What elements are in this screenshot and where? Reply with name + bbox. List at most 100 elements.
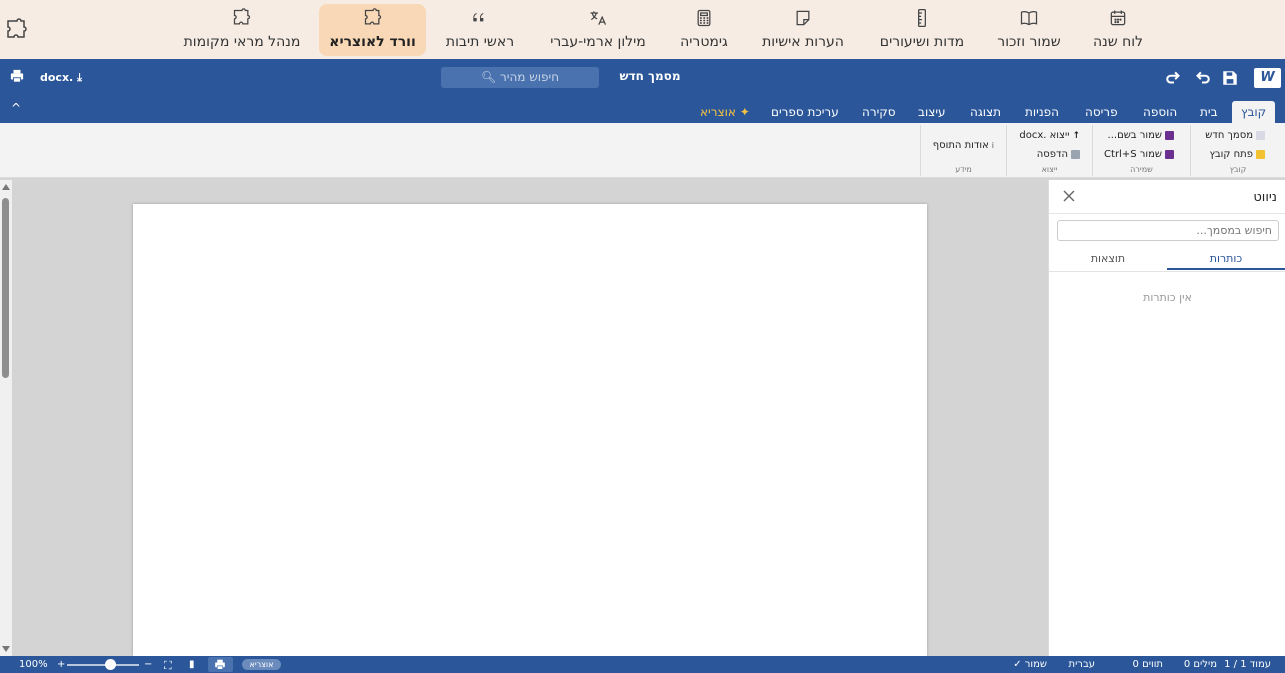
group-name-save: שמירה <box>1130 165 1153 174</box>
zoom-out-button[interactable]: − <box>144 659 152 670</box>
export-docx-label: docx. ייצוא <box>1019 130 1070 141</box>
tab-otzaria[interactable]: אוצריא ✦ <box>700 101 750 123</box>
app-bar: לוח שנה שמור וזכור מדות ושיעורים הערות א… <box>0 0 1285 59</box>
floppy-icon <box>1165 131 1174 140</box>
open-file-label: פתח קובץ <box>1209 149 1253 160</box>
document-page[interactable] <box>133 204 927 656</box>
save-icon[interactable] <box>1221 69 1239 87</box>
no-headings-message: אין כותרות <box>1143 291 1192 304</box>
puzzle-icon <box>233 8 251 25</box>
ruler-icon <box>918 9 926 27</box>
tab-results[interactable]: תוצאות <box>1049 252 1167 270</box>
puzzle-icon <box>364 8 381 25</box>
language-indicator[interactable]: עברית <box>1069 659 1096 670</box>
app-references-manager-label: מנהל מראי מקומות <box>183 34 301 50</box>
navigation-pane-title: ניווט <box>1253 190 1277 205</box>
word-logo: W <box>1254 68 1281 88</box>
about-addin-button[interactable]: אודות התוסף i <box>933 140 994 151</box>
scroll-thumb[interactable] <box>2 198 9 378</box>
page-count: עמוד 1 / 1 <box>1224 659 1271 670</box>
app-remember[interactable]: שמור וזכור <box>990 4 1068 56</box>
calculator-icon <box>697 9 711 27</box>
collapse-ribbon-icon[interactable]: ^ <box>11 101 21 115</box>
ribbon-tabs: ^ קובץ בית הוספה פריסה הפניות תצוגה עיצו… <box>0 97 1285 123</box>
status-bar: עמוד 1 / 1 0 מילים 0 תווים עברית ✓ שמור … <box>0 656 1285 673</box>
app-personal-notes[interactable]: הערות אישיות <box>755 4 851 56</box>
download-docx-button[interactable]: docx. ⤓ <box>40 71 82 85</box>
book-icon <box>1020 10 1038 26</box>
tab-review[interactable]: סקירה <box>862 101 896 123</box>
undo-icon[interactable] <box>1193 69 1211 87</box>
tab-home[interactable]: בית <box>1200 101 1218 123</box>
close-icon[interactable] <box>1061 188 1077 204</box>
quick-search-icon: 🔍︎ <box>480 70 497 84</box>
calendar-icon <box>1110 10 1126 26</box>
docx-label: docx. <box>40 71 74 84</box>
save-as-button[interactable]: ...שמור בשם <box>1108 130 1174 141</box>
document-search-input[interactable] <box>1057 220 1279 241</box>
app-calendar-label: לוח שנה <box>1092 34 1144 50</box>
tab-headings[interactable]: כותרות <box>1167 252 1285 270</box>
export-docx-button[interactable]: docx. ייצוא ↑ <box>1019 130 1080 141</box>
zoom-level[interactable]: 100% <box>19 659 48 670</box>
tab-insert[interactable]: הוספה <box>1143 101 1177 123</box>
redo-icon[interactable] <box>1165 69 1183 87</box>
app-aramaic-dictionary-label: מילון ארמי-עברי <box>550 34 646 50</box>
note-icon <box>796 10 810 26</box>
app-calendar[interactable]: לוח שנה <box>1080 4 1156 56</box>
new-document-button[interactable]: מסמך חדש <box>1205 130 1265 141</box>
open-file-button[interactable]: פתח קובץ <box>1209 149 1265 160</box>
app-gematria[interactable]: גימטריה <box>672 4 736 56</box>
app-word-otzaria-label: וורד לאוצריא <box>329 34 416 50</box>
print-button[interactable]: הדפסה <box>1037 149 1080 160</box>
folder-icon <box>1256 150 1265 159</box>
app-acronyms-label: ראשי תיבות <box>445 34 515 50</box>
print-icon[interactable] <box>10 69 24 83</box>
app-remember-label: שמור וזכור <box>997 34 1061 50</box>
quote-icon <box>473 13 484 22</box>
app-references-manager[interactable]: מנהל מראי מקומות <box>177 4 307 56</box>
tab-design[interactable]: עיצוב <box>918 101 946 123</box>
ribbon-group-file: מסמך חדש פתח קובץ קובץ <box>1190 125 1285 176</box>
print-label: הדפסה <box>1036 149 1068 160</box>
word-header: W מסמך חדש 🔍︎ חיפוש מהיר docx. ⤓ <box>0 59 1285 97</box>
scroll-down-arrow-icon[interactable] <box>2 646 10 652</box>
char-count: 0 תווים <box>1132 659 1163 670</box>
tab-layout[interactable]: פריסה <box>1085 101 1118 123</box>
tab-references[interactable]: הפניות <box>1025 101 1059 123</box>
scroll-up-arrow-icon[interactable] <box>2 184 10 190</box>
ribbon-group-info: אודות התוסף i מידע <box>920 125 1006 176</box>
app-measures[interactable]: מדות ושיעורים <box>872 4 972 56</box>
read-mode-icon[interactable]: ▮ <box>189 659 195 670</box>
app-aramaic-dictionary[interactable]: מילון ארמי-עברי <box>543 4 653 56</box>
word-count: 0 מילים <box>1183 659 1217 670</box>
app-measures-label: מדות ושיעורים <box>879 34 965 50</box>
save-button[interactable]: Ctrl+S שמור <box>1104 149 1174 160</box>
ribbon-group-save: ...שמור בשם Ctrl+S שמור שמירה <box>1092 125 1190 176</box>
quick-search-box[interactable]: 🔍︎ חיפוש מהיר <box>441 67 599 88</box>
tab-book-editing[interactable]: עריכת ספרים <box>771 101 839 123</box>
otzaria-badge[interactable]: אוצריא <box>242 659 281 670</box>
tab-view[interactable]: תצוגה <box>970 101 1001 123</box>
zoom-slider[interactable] <box>67 664 139 666</box>
quick-search-label: חיפוש מהיר <box>500 70 560 84</box>
translate-icon <box>590 11 607 25</box>
new-file-icon <box>1256 131 1265 140</box>
about-addin-label: אודות התוסף <box>932 140 989 151</box>
zoom-in-button[interactable]: + <box>57 659 65 670</box>
ribbon: מסמך חדש פתח קובץ קובץ ...שמור בשם Ctrl+… <box>0 123 1285 178</box>
app-word-otzaria[interactable]: וורד לאוצריא <box>319 4 426 56</box>
app-acronyms[interactable]: ראשי תיבות <box>436 4 524 56</box>
print-layout-icon[interactable] <box>214 659 226 670</box>
group-name-export: ייצוא <box>1041 165 1058 174</box>
floppy-icon <box>1165 150 1174 159</box>
zoom-slider-handle[interactable] <box>104 659 116 670</box>
fullscreen-icon[interactable]: ⛶ <box>164 659 172 673</box>
group-name-file: קובץ <box>1229 165 1247 174</box>
download-icon: ⤓ <box>77 71 82 84</box>
ribbon-group-export: docx. ייצוא ↑ הדפסה ייצוא <box>1006 125 1092 176</box>
app-gematria-label: גימטריה <box>680 34 728 50</box>
vertical-scrollbar[interactable] <box>0 180 12 656</box>
navigation-pane: ניווט כותרות תוצאות אין כותרות <box>1048 180 1285 656</box>
tab-file[interactable]: קובץ <box>1232 101 1276 123</box>
